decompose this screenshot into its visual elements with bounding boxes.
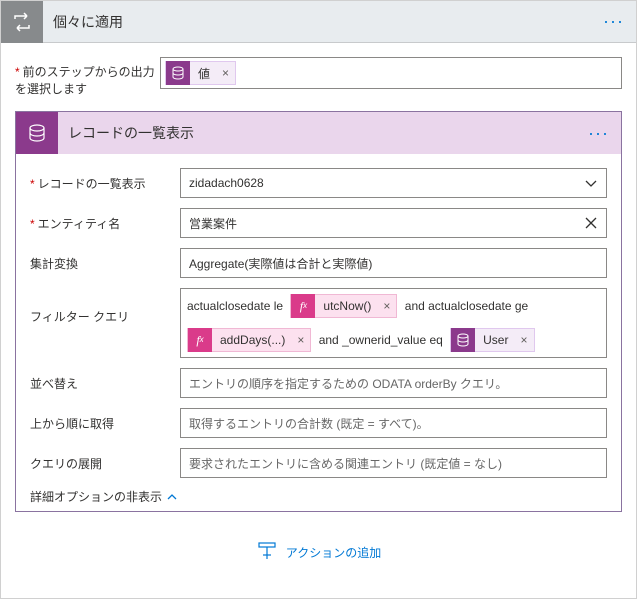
token-remove-button[interactable]: × — [514, 327, 533, 353]
add-step-icon — [256, 541, 278, 563]
add-action-label: アクションの追加 — [286, 544, 381, 561]
entity-label: エンティティ名 — [30, 208, 180, 232]
filter-text-2: and actualclosedate ge — [401, 293, 528, 319]
top-label: 上から順に取得 — [30, 408, 180, 432]
chevron-down-icon[interactable] — [582, 174, 600, 192]
outer-action-title: 個々に適用 — [43, 12, 591, 32]
order-label: 並べ替え — [30, 368, 180, 392]
top-input[interactable]: 取得するエントリの合計数 (既定 = すべて)。 — [180, 408, 607, 438]
entity-input[interactable]: 営業案件 — [180, 208, 607, 238]
outer-menu-button[interactable]: ··· — [591, 11, 636, 32]
fx-icon: fx — [291, 294, 315, 318]
database-icon — [16, 112, 58, 154]
fx-label: addDays(...) — [212, 327, 291, 353]
token-remove-button[interactable]: × — [216, 66, 235, 80]
chevron-up-icon — [166, 491, 178, 503]
list-value: zidadach0628 — [189, 176, 264, 190]
token-utcnow[interactable]: fx utcNow() × — [290, 294, 397, 318]
filter-text-1: actualclosedate le — [187, 293, 286, 319]
order-input[interactable]: エントリの順序を指定するための ODATA orderBy クエリ。 — [180, 368, 607, 398]
database-icon — [451, 328, 475, 352]
prev-output-label: 前のステップからの出力を選択します — [15, 57, 160, 97]
token-adddays[interactable]: fx addDays(...) × — [187, 328, 311, 352]
expand-input[interactable]: 要求されたエントリに含める関連エントリ (既定値 = なし) — [180, 448, 607, 478]
prev-output-row: 前のステップからの出力を選択します 値 × — [15, 57, 622, 97]
filter-label: フィルター クエリ — [30, 288, 180, 325]
token-remove-button[interactable]: × — [377, 293, 396, 319]
prev-output-field[interactable]: 値 × — [160, 57, 622, 89]
clear-icon[interactable] — [582, 214, 600, 232]
inner-action-title: レコードの一覧表示 — [58, 123, 576, 143]
fx-label: utcNow() — [315, 293, 377, 319]
inner-action-header[interactable]: レコードの一覧表示 ··· — [16, 112, 621, 154]
token-value[interactable]: 値 × — [165, 61, 236, 85]
database-icon — [166, 61, 190, 85]
expand-label: クエリの展開 — [30, 448, 180, 472]
agg-input[interactable]: Aggregate(実際値は合計と実際値) — [180, 248, 607, 278]
filter-input[interactable]: actualclosedate le fx utcNow() × and act… — [180, 288, 607, 358]
list-select[interactable]: zidadach0628 — [180, 168, 607, 198]
filter-text-3: and _ownerid_value eq — [315, 327, 446, 353]
agg-value: Aggregate(実際値は合計と実際値) — [189, 255, 372, 272]
token-remove-button[interactable]: × — [291, 327, 310, 353]
entity-value: 営業案件 — [189, 215, 237, 232]
hide-advanced-label: 詳細オプションの非表示 — [30, 488, 162, 505]
fx-icon: fx — [188, 328, 212, 352]
hide-advanced-link[interactable]: 詳細オプションの非表示 — [30, 488, 607, 505]
token-label: 値 — [190, 65, 216, 82]
inner-menu-button[interactable]: ··· — [576, 123, 621, 144]
agg-label: 集計変換 — [30, 248, 180, 272]
add-action-button[interactable]: アクションの追加 — [1, 541, 636, 563]
loop-icon — [1, 1, 43, 43]
outer-action-header[interactable]: 個々に適用 ··· — [1, 1, 636, 43]
token-label: User — [475, 327, 514, 353]
list-label: レコードの一覧表示 — [30, 168, 180, 192]
token-user[interactable]: User × — [450, 328, 534, 352]
inner-action-card: レコードの一覧表示 ··· レコードの一覧表示 zidadach0628 エンテ… — [15, 111, 622, 512]
